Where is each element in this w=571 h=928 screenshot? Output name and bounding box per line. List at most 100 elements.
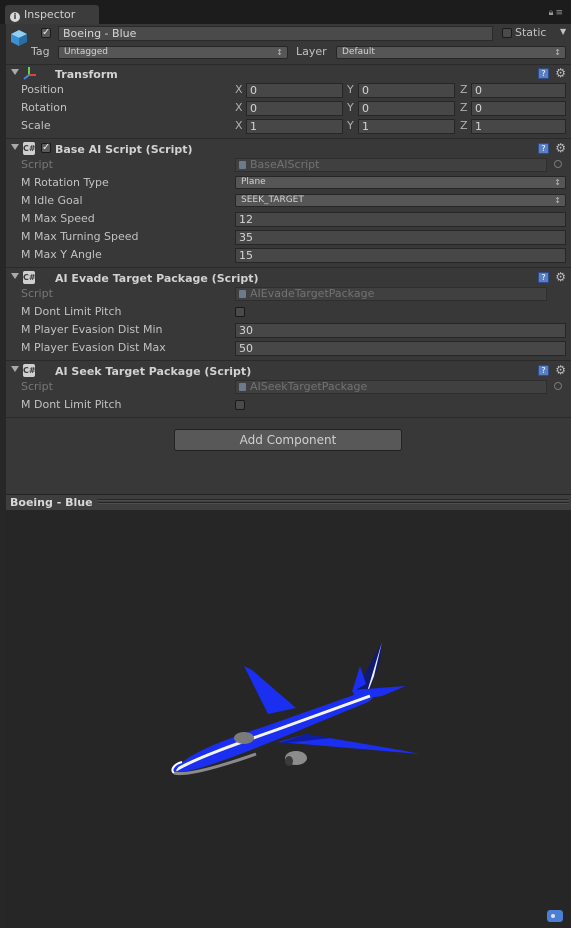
seek-script-row: Script AISeekTargetPackage: [6, 378, 571, 396]
evade-dont-limit-checkbox[interactable]: [235, 307, 245, 317]
layer-dropdown[interactable]: Default: [336, 46, 566, 59]
target-icon[interactable]: [554, 382, 562, 390]
help-icon[interactable]: ?: [538, 365, 549, 376]
model-preview[interactable]: [6, 510, 571, 928]
rotation-y-field[interactable]: 0: [358, 101, 455, 116]
target-icon[interactable]: [554, 160, 562, 168]
scale-x-field[interactable]: 1: [246, 119, 343, 134]
evasion-dist-max-label: M Player Evasion Dist Max: [21, 341, 166, 354]
script-value: AISeekTargetPackage: [250, 380, 368, 393]
evade-script-row: Script AIEvadeTargetPackage: [6, 285, 571, 303]
seek-dont-limit-checkbox[interactable]: [235, 400, 245, 410]
max-speed-field[interactable]: 12: [235, 212, 566, 227]
max-speed-label: M Max Speed: [21, 212, 95, 225]
max-y-angle-field[interactable]: 15: [235, 248, 566, 263]
evasion-dist-min-label: M Player Evasion Dist Min: [21, 323, 163, 336]
idle-goal-label: M Idle Goal: [21, 194, 83, 207]
cube-icon: [11, 30, 27, 46]
tab-bar: i Inspector 🔒︎≡: [0, 0, 571, 24]
divider: [6, 417, 571, 418]
axis-y-label: Y: [347, 119, 354, 132]
transform-title: Transform: [55, 68, 118, 81]
seek-script-field[interactable]: AISeekTargetPackage: [235, 380, 547, 394]
position-z-field[interactable]: 0: [471, 83, 566, 98]
scale-label: Scale: [21, 119, 51, 132]
divider: [6, 138, 571, 139]
foldout-arrow-icon[interactable]: [11, 273, 19, 279]
evade-title: AI Evade Target Package (Script): [55, 272, 259, 285]
axis-y-label: Y: [347, 83, 354, 96]
idle-goal-row: M Idle Goal SEEK_TARGET: [6, 192, 571, 210]
script-icon: C#: [23, 364, 36, 377]
help-icon[interactable]: ?: [538, 68, 549, 79]
evade-dist-max-row: M Player Evasion Dist Max 50: [6, 339, 571, 357]
gear-icon[interactable]: ⚙: [555, 363, 566, 377]
foldout-arrow-icon[interactable]: [11, 69, 19, 75]
preview-header[interactable]: Boeing - Blue: [6, 494, 571, 511]
base-ai-title: Base AI Script (Script): [55, 143, 193, 156]
rotation-type-row: M Rotation Type Plane: [6, 174, 571, 192]
inspector-panel: ✓ Boeing - Blue Static ▼ Tag Untagged La…: [6, 24, 571, 494]
resize-grip[interactable]: [98, 499, 569, 505]
axis-x-label: X: [235, 119, 243, 132]
axis-x-label: X: [235, 83, 243, 96]
airplane-model: [171, 642, 420, 776]
info-icon: i: [10, 12, 20, 22]
idle-goal-dropdown[interactable]: SEEK_TARGET: [235, 194, 566, 207]
script-value: BaseAIScript: [250, 158, 320, 171]
tag-dropdown[interactable]: Untagged: [58, 46, 288, 59]
position-y-field[interactable]: 0: [358, 83, 455, 98]
preview-title: Boeing - Blue: [10, 496, 93, 509]
tab-label: Inspector: [24, 8, 76, 21]
static-checkbox[interactable]: [502, 28, 512, 38]
max-turning-speed-field[interactable]: 35: [235, 230, 566, 245]
evasion-dist-max-field[interactable]: 50: [235, 341, 566, 356]
script-file-icon: [239, 383, 246, 391]
divider: [6, 360, 571, 361]
gear-icon[interactable]: ⚙: [555, 66, 566, 80]
max-turning-speed-row: M Max Turning Speed 35: [6, 228, 571, 246]
transform-icon: [23, 67, 36, 80]
rotation-x-field[interactable]: 0: [246, 101, 343, 116]
tag-icon[interactable]: [547, 910, 563, 922]
foldout-arrow-icon[interactable]: [11, 366, 19, 372]
script-value: AIEvadeTargetPackage: [250, 287, 375, 300]
help-icon[interactable]: ?: [538, 272, 549, 283]
script-label: Script: [21, 380, 53, 393]
scale-y-field[interactable]: 1: [358, 119, 455, 134]
divider: [6, 267, 571, 268]
gameobject-name-field[interactable]: Boeing - Blue: [58, 26, 493, 41]
rotation-label: Rotation: [21, 101, 68, 114]
gear-icon[interactable]: ⚙: [555, 141, 566, 155]
seek-dont-limit-row: M Dont Limit Pitch: [6, 396, 571, 414]
foldout-arrow-icon[interactable]: [11, 144, 19, 150]
axis-z-label: Z: [460, 83, 468, 96]
scale-z-field[interactable]: 1: [471, 119, 566, 134]
evade-script-field[interactable]: AIEvadeTargetPackage: [235, 287, 547, 301]
help-icon[interactable]: ?: [538, 143, 549, 154]
script-icon: C#: [23, 271, 36, 284]
max-turning-speed-label: M Max Turning Speed: [21, 230, 139, 243]
static-label: Static: [515, 26, 547, 39]
dont-limit-pitch-label: M Dont Limit Pitch: [21, 398, 122, 411]
tab-inspector[interactable]: i Inspector: [5, 5, 99, 24]
script-file-icon: [239, 161, 246, 169]
evade-dont-limit-row: M Dont Limit Pitch: [6, 303, 571, 321]
menu-icon[interactable]: ≡: [555, 8, 565, 18]
position-x-field[interactable]: 0: [246, 83, 343, 98]
scale-row: Scale X 1 Y 1 Z 1: [6, 117, 571, 135]
active-checkbox[interactable]: ✓: [41, 28, 51, 38]
add-component-button[interactable]: Add Component: [174, 429, 402, 451]
static-dropdown-arrow-icon[interactable]: ▼: [560, 27, 566, 36]
evasion-dist-min-field[interactable]: 30: [235, 323, 566, 338]
script-label: Script: [21, 287, 53, 300]
base-ai-enabled-checkbox[interactable]: ✓: [41, 143, 51, 153]
gear-icon[interactable]: ⚙: [555, 270, 566, 284]
max-speed-row: M Max Speed 12: [6, 210, 571, 228]
layer-label: Layer: [296, 45, 327, 58]
rotation-type-dropdown[interactable]: Plane: [235, 176, 566, 189]
rotation-z-field[interactable]: 0: [471, 101, 566, 116]
base-ai-script-field[interactable]: BaseAIScript: [235, 158, 547, 172]
seek-title: AI Seek Target Package (Script): [55, 365, 252, 378]
axis-z-label: Z: [460, 101, 468, 114]
